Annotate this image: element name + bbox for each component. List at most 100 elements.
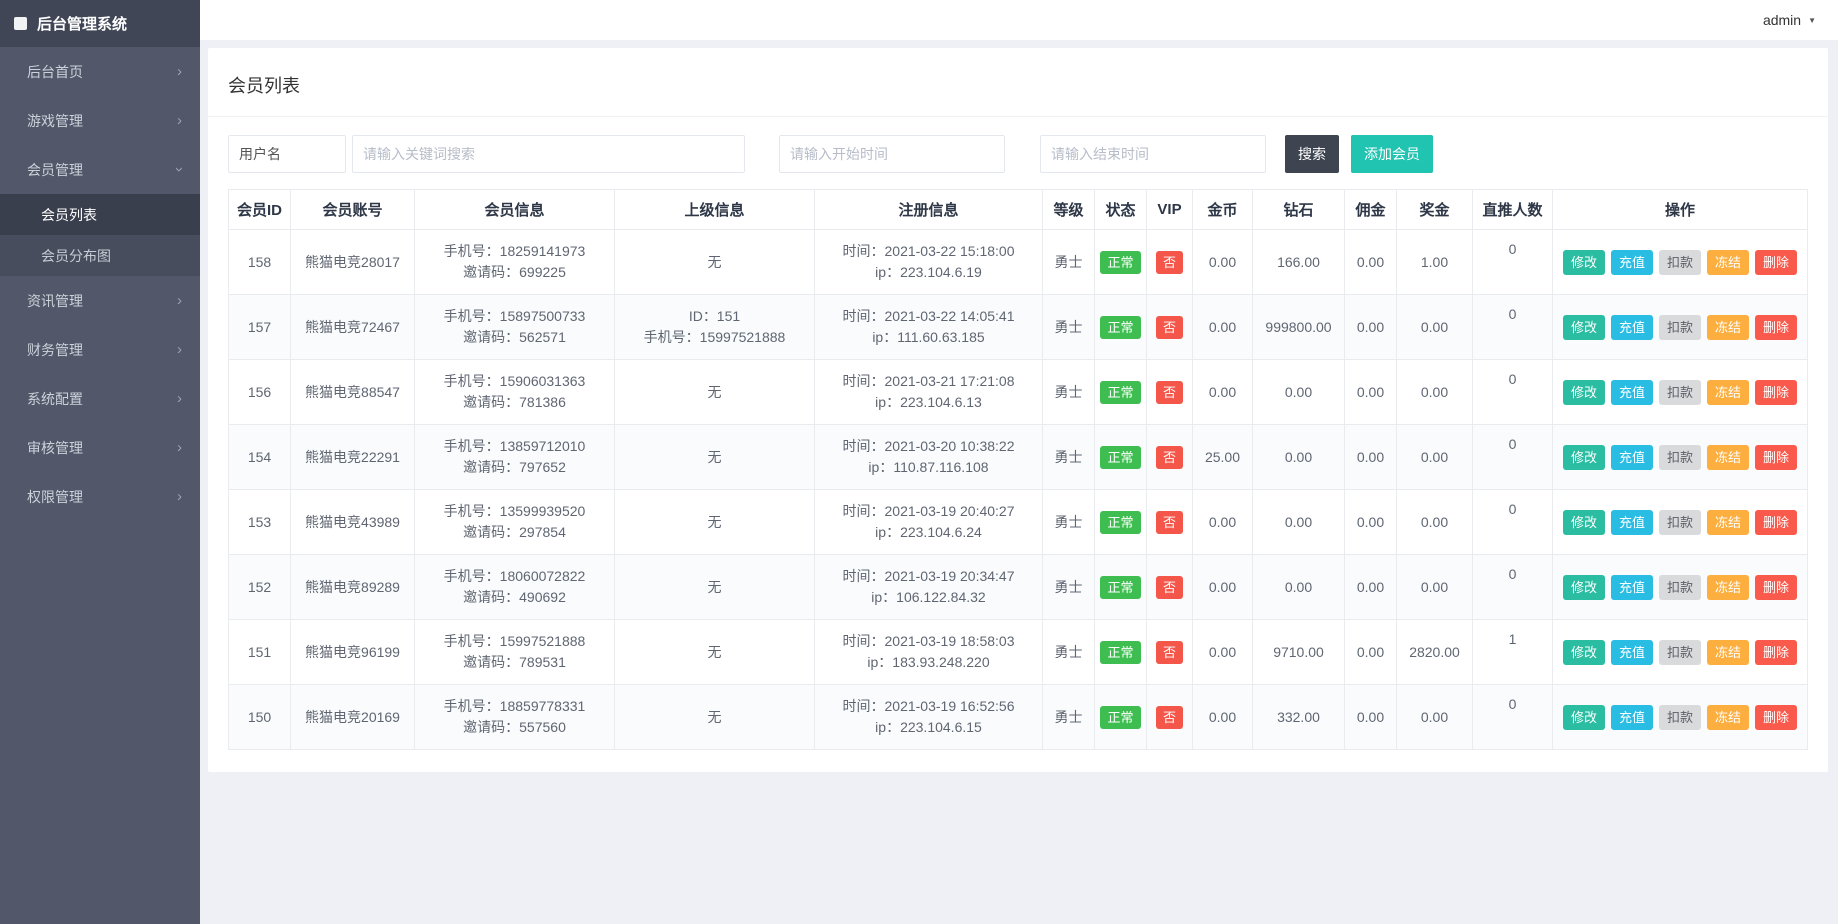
member-commission: 0.00 (1345, 620, 1397, 685)
sidebar-item-news[interactable]: 资讯管理 › (0, 276, 200, 325)
username-field[interactable] (228, 135, 346, 173)
table-header-row: 会员ID 会员账号 会员信息 上级信息 注册信息 等级 状态 VIP 金币 钻石… (229, 190, 1808, 230)
edit-button[interactable]: 修改 (1563, 640, 1605, 665)
member-referrals: 0 (1473, 295, 1553, 360)
delete-button[interactable]: 删除 (1755, 510, 1797, 535)
sidebar-item-finance[interactable]: 财务管理 › (0, 325, 200, 374)
delete-button[interactable]: 删除 (1755, 380, 1797, 405)
freeze-button[interactable]: 冻结 (1707, 575, 1749, 600)
member-status: 正常 (1095, 490, 1147, 555)
delete-button[interactable]: 删除 (1755, 640, 1797, 665)
edit-button[interactable]: 修改 (1563, 510, 1605, 535)
recharge-button[interactable]: 充值 (1611, 250, 1653, 275)
sidebar-item-member-map[interactable]: 会员分布图 (0, 235, 200, 276)
member-level: 勇士 (1043, 620, 1095, 685)
deduct-button[interactable]: 扣款 (1659, 380, 1701, 405)
edit-button[interactable]: 修改 (1563, 380, 1605, 405)
member-bonus: 0.00 (1397, 685, 1473, 750)
vip-badge: 否 (1156, 381, 1183, 404)
add-member-button[interactable]: 添加会员 (1351, 135, 1433, 173)
deduct-button[interactable]: 扣款 (1659, 250, 1701, 275)
keyword-search-input[interactable] (352, 135, 745, 173)
deduct-button[interactable]: 扣款 (1659, 575, 1701, 600)
member-gold: 0.00 (1193, 490, 1253, 555)
edit-button[interactable]: 修改 (1563, 445, 1605, 470)
sidebar-item-games[interactable]: 游戏管理 › (0, 96, 200, 145)
delete-button[interactable]: 删除 (1755, 705, 1797, 730)
search-button[interactable]: 搜索 (1285, 135, 1339, 173)
col-vip: VIP (1147, 190, 1193, 230)
chevron-right-icon: › (177, 342, 182, 357)
member-vip: 否 (1147, 425, 1193, 490)
register-info: 时间：2021-03-19 16:52:56ip：223.104.6.15 (815, 685, 1043, 750)
sidebar-item-permissions[interactable]: 权限管理 › (0, 472, 200, 521)
member-level: 勇士 (1043, 360, 1095, 425)
user-name: admin (1763, 12, 1801, 28)
delete-button[interactable]: 删除 (1755, 445, 1797, 470)
freeze-button[interactable]: 冻结 (1707, 640, 1749, 665)
member-vip: 否 (1147, 230, 1193, 295)
register-info: 时间：2021-03-19 18:58:03ip：183.93.248.220 (815, 620, 1043, 685)
col-account: 会员账号 (291, 190, 415, 230)
member-status: 正常 (1095, 295, 1147, 360)
sidebar-item-label: 游戏管理 (27, 111, 83, 131)
freeze-button[interactable]: 冻结 (1707, 445, 1749, 470)
deduct-button[interactable]: 扣款 (1659, 445, 1701, 470)
edit-button[interactable]: 修改 (1563, 705, 1605, 730)
sidebar-item-label: 会员列表 (41, 205, 97, 225)
member-commission: 0.00 (1345, 425, 1397, 490)
sidebar-item-member-list[interactable]: 会员列表 (0, 194, 200, 235)
recharge-button[interactable]: 充值 (1611, 705, 1653, 730)
chevron-right-icon: › (177, 113, 182, 128)
status-badge: 正常 (1100, 511, 1140, 534)
sidebar-item-members[interactable]: 会员管理 › (0, 145, 200, 194)
deduct-button[interactable]: 扣款 (1659, 705, 1701, 730)
deduct-button[interactable]: 扣款 (1659, 510, 1701, 535)
deduct-button[interactable]: 扣款 (1659, 315, 1701, 340)
edit-button[interactable]: 修改 (1563, 575, 1605, 600)
col-status: 状态 (1095, 190, 1147, 230)
member-referrals: 0 (1473, 490, 1553, 555)
freeze-button[interactable]: 冻结 (1707, 380, 1749, 405)
sidebar-item-dashboard[interactable]: 后台首页 › (0, 47, 200, 96)
freeze-button[interactable]: 冻结 (1707, 315, 1749, 340)
row-actions: 修改充值扣款冻结删除 (1553, 620, 1808, 685)
parent-info: 无 (615, 230, 815, 295)
freeze-button[interactable]: 冻结 (1707, 250, 1749, 275)
vip-badge: 否 (1156, 251, 1183, 274)
recharge-button[interactable]: 充值 (1611, 510, 1653, 535)
recharge-button[interactable]: 充值 (1611, 445, 1653, 470)
member-bonus: 2820.00 (1397, 620, 1473, 685)
edit-button[interactable]: 修改 (1563, 250, 1605, 275)
end-time-input[interactable] (1040, 135, 1266, 173)
col-referrals: 直推人数 (1473, 190, 1553, 230)
status-badge: 正常 (1100, 316, 1140, 339)
chevron-right-icon: › (177, 391, 182, 406)
sidebar-item-audit[interactable]: 审核管理 › (0, 423, 200, 472)
deduct-button[interactable]: 扣款 (1659, 640, 1701, 665)
delete-button[interactable]: 删除 (1755, 315, 1797, 340)
recharge-button[interactable]: 充值 (1611, 575, 1653, 600)
member-status: 正常 (1095, 685, 1147, 750)
member-status: 正常 (1095, 555, 1147, 620)
start-time-input[interactable] (779, 135, 1005, 173)
col-gold: 金币 (1193, 190, 1253, 230)
recharge-button[interactable]: 充值 (1611, 380, 1653, 405)
member-commission: 0.00 (1345, 490, 1397, 555)
user-menu[interactable]: admin ▼ (1763, 12, 1816, 28)
edit-button[interactable]: 修改 (1563, 315, 1605, 340)
recharge-button[interactable]: 充值 (1611, 640, 1653, 665)
member-commission: 0.00 (1345, 685, 1397, 750)
vip-badge: 否 (1156, 641, 1183, 664)
member-id: 157 (229, 295, 291, 360)
sidebar-item-system-config[interactable]: 系统配置 › (0, 374, 200, 423)
member-row: 152熊猫电竞89289手机号：18060072822邀请码：490692无时间… (229, 555, 1808, 620)
freeze-button[interactable]: 冻结 (1707, 510, 1749, 535)
member-info: 手机号：18859778331邀请码：557560 (415, 685, 615, 750)
brand: 后台管理系统 (0, 0, 200, 47)
delete-button[interactable]: 删除 (1755, 250, 1797, 275)
main-area: admin ▼ 会员列表 搜索 添加会员 (200, 0, 1838, 924)
freeze-button[interactable]: 冻结 (1707, 705, 1749, 730)
recharge-button[interactable]: 充值 (1611, 315, 1653, 340)
delete-button[interactable]: 删除 (1755, 575, 1797, 600)
